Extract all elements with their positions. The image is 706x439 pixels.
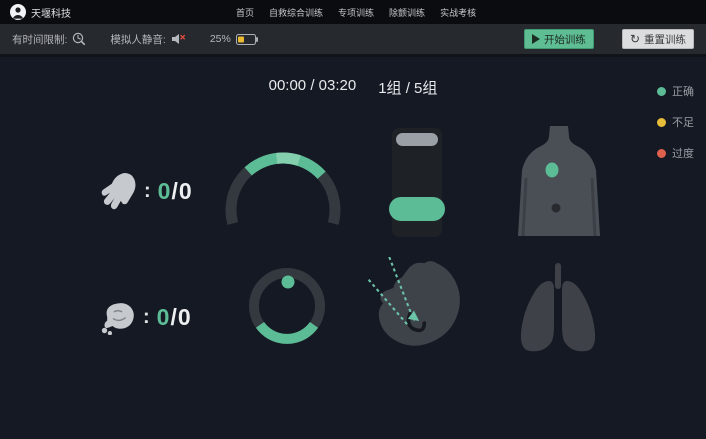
toolbar: 有时间限制: 模拟人静音: 25%	[0, 24, 706, 57]
main-nav: 首页 自救综合训练 专项训练 除颤训练 实战考核	[236, 0, 476, 24]
nav-item-practical-assessment[interactable]: 实战考核	[440, 6, 476, 19]
lungs-indicator	[515, 263, 601, 355]
session-group-counter: 1组 / 5组	[378, 77, 437, 98]
depth-handle	[396, 133, 438, 146]
navel-dot	[552, 204, 561, 213]
reset-training-label: 重置训练	[644, 32, 686, 47]
legend-insufficient-label: 不足	[672, 114, 694, 130]
legend-excessive-label: 过度	[672, 145, 694, 161]
nav-item-home[interactable]: 首页	[236, 6, 254, 19]
torso-position-indicator	[514, 126, 604, 236]
result-legend: 正确 不足 过度	[657, 83, 694, 161]
play-icon	[532, 34, 540, 44]
brand: 天堰科技	[10, 0, 71, 24]
training-dashboard: 00:00 / 03:20 1组 / 5组 正确 不足 过度 : 0/0	[0, 57, 706, 439]
reset-icon: ↻	[630, 33, 640, 45]
ventilation-counter: : 0/0	[100, 295, 192, 339]
brand-name: 天堰科技	[31, 5, 71, 20]
breath-face-icon	[100, 299, 136, 335]
gauge-indicator-dot	[282, 276, 295, 289]
head-tilt-airway-icon	[362, 257, 466, 355]
start-training-label: 开始训练	[544, 32, 586, 47]
compression-score: 0/0	[158, 178, 193, 205]
mute-label: 模拟人静音:	[110, 32, 165, 47]
nav-item-defibrillation-training[interactable]: 除颤训练	[389, 6, 425, 19]
battery-icon	[236, 34, 258, 45]
compression-total-count: /0	[171, 178, 192, 204]
ventilation-total-count: /0	[170, 304, 191, 330]
nav-item-comprehensive-training[interactable]: 自救综合训练	[269, 6, 323, 19]
manikin-mute-setting[interactable]: 模拟人静音:	[110, 32, 185, 47]
compression-depth-gauge	[392, 128, 442, 237]
insufficient-dot-icon	[657, 118, 666, 127]
cpr-training-app: 天堰科技 首页 自救综合训练 专项训练 除颤训练 实战考核 有时间限制: 模拟人…	[0, 0, 706, 439]
time-limit-setting[interactable]: 有时间限制:	[12, 32, 86, 47]
nav-item-special-training[interactable]: 专项训练	[338, 6, 374, 19]
compression-rate-gauge	[221, 148, 345, 226]
torso-icon	[514, 126, 604, 236]
ventilation-separator: :	[143, 306, 150, 329]
correct-dot-icon	[657, 87, 666, 96]
airway-indicator	[362, 257, 466, 355]
compression-separator: :	[144, 180, 151, 203]
legend-correct-label: 正确	[672, 83, 694, 99]
excessive-dot-icon	[657, 149, 666, 158]
legend-insufficient: 不足	[657, 114, 694, 130]
start-training-button[interactable]: 开始训练	[524, 29, 594, 49]
speaker-muted-icon[interactable]	[171, 33, 186, 45]
ventilation-score: 0/0	[157, 304, 192, 331]
clock-edit-icon[interactable]	[72, 32, 86, 46]
brand-logo-icon	[10, 4, 26, 20]
ventilation-volume-gauge	[245, 264, 329, 348]
session-status: 00:00 / 03:20 1组 / 5组	[0, 77, 706, 98]
depth-target-zone	[389, 197, 445, 221]
legend-correct: 正确	[657, 83, 694, 99]
reset-training-button[interactable]: ↻ 重置训练	[622, 29, 694, 49]
battery-status: 25%	[210, 33, 258, 45]
lungs-icon	[515, 263, 601, 355]
time-limit-label: 有时间限制:	[12, 32, 67, 47]
compression-correct-count: 0	[158, 178, 172, 204]
compression-position-dot	[546, 163, 559, 178]
ventilation-correct-count: 0	[157, 304, 171, 330]
top-nav-bar: 天堰科技 首页 自救综合训练 专项训练 除颤训练 实战考核	[0, 0, 706, 24]
battery-percent: 25%	[210, 33, 231, 45]
legend-excessive: 过度	[657, 145, 694, 161]
session-timer: 00:00 / 03:20	[269, 77, 357, 98]
compression-counter: : 0/0	[101, 169, 193, 213]
compression-hands-icon	[101, 171, 137, 211]
